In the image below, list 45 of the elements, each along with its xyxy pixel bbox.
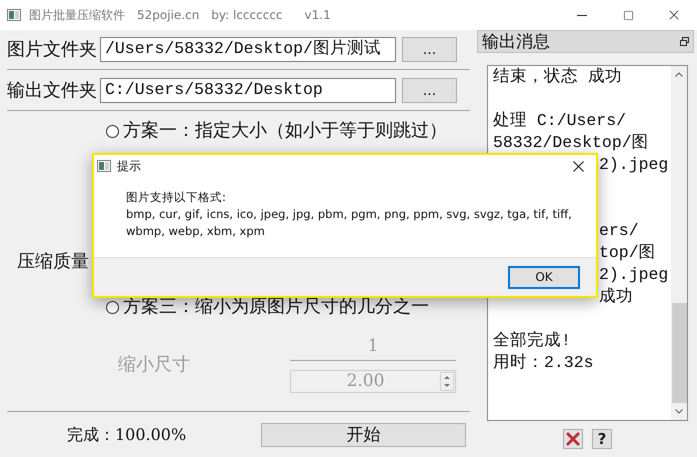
clear-button[interactable] bbox=[563, 429, 583, 449]
float-icon[interactable] bbox=[680, 37, 689, 46]
dialog-icon bbox=[97, 160, 111, 172]
field-label: 图片文件夹 bbox=[6, 38, 98, 62]
panel-header: 输出消息 bbox=[477, 30, 694, 53]
fraction-numerator: 1 bbox=[366, 336, 380, 356]
log-line: 2).jpeg bbox=[599, 154, 668, 176]
dialog-title: 提示 bbox=[117, 158, 141, 175]
dialog-message: bmp, cur, gif, icns, ico, jpeg, jpg, pbm, pgm, png, ppm, svg, svgz, tga, tif, tiff, wbmp, webp, xbm, xpm bbox=[126, 206, 573, 240]
dialog-heading: 图片支持以下格式: bbox=[126, 189, 227, 206]
scale-label: 缩小尺寸 bbox=[118, 354, 190, 377]
progress-text: 完成：100.00% bbox=[67, 424, 186, 446]
scroll-thumb[interactable] bbox=[672, 303, 686, 403]
browse-button[interactable]: ... bbox=[402, 78, 457, 103]
folder-path-field[interactable]: C:/Users/58332/Desktop bbox=[100, 78, 396, 103]
log-line: 2).jpeg bbox=[599, 264, 668, 286]
log-line: ers/ bbox=[599, 220, 639, 242]
app-icon bbox=[7, 9, 21, 21]
maximize-icon bbox=[622, 10, 634, 20]
scroll-down-icon[interactable] bbox=[675, 409, 683, 414]
window-title: 52pojie.cn bbox=[137, 7, 200, 24]
start-button[interactable]: 开始 bbox=[261, 423, 466, 447]
window-title: by: lccccccc bbox=[211, 7, 283, 24]
scroll-up-icon[interactable] bbox=[675, 72, 683, 77]
cross-icon bbox=[566, 432, 580, 446]
log-line: 58332/Desktop/图 bbox=[493, 132, 650, 154]
log-line: 处理 C:/Users/ bbox=[493, 110, 628, 132]
quality-label: 压缩质量 bbox=[16, 251, 90, 273]
ok-button[interactable]: OK bbox=[508, 266, 580, 288]
log-line: top/图 bbox=[599, 242, 656, 264]
browse-button[interactable]: ... bbox=[402, 37, 457, 62]
minimize-icon bbox=[577, 14, 587, 16]
radio-option[interactable]: 方案一：指定大小（如小于等于则跳过） bbox=[106, 120, 477, 142]
spin-arrows-icon[interactable] bbox=[440, 372, 454, 391]
help-button[interactable]: ? bbox=[592, 429, 612, 449]
window-title: v1.1 bbox=[304, 7, 331, 24]
log-line: 成功 bbox=[599, 286, 633, 308]
log-line: 结束，状态 成功 bbox=[493, 66, 623, 88]
log-line: 用时：2.32s bbox=[493, 352, 595, 374]
scrollbar[interactable] bbox=[671, 66, 687, 420]
folder-path-field[interactable]: /Users/58332/Desktop/图片测试 bbox=[100, 37, 396, 62]
log-line: 全部完成! bbox=[493, 330, 572, 352]
field-label: 输出文件夹 bbox=[6, 79, 98, 103]
close-icon[interactable] bbox=[573, 160, 584, 172]
window-title: 图片批量压缩软件 bbox=[29, 7, 125, 24]
